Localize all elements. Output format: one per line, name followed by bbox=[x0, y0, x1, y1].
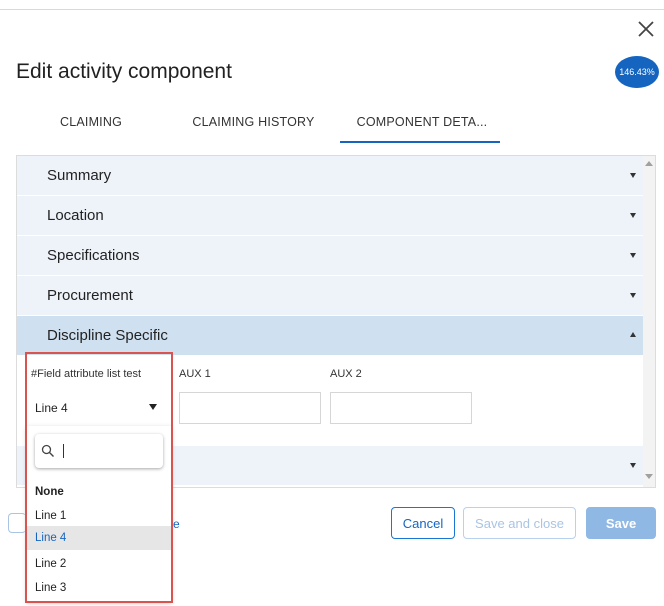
tab-bar: CLAIMING CLAIMING HISTORY COMPONENT DETA… bbox=[16, 100, 576, 144]
close-icon[interactable] bbox=[635, 18, 657, 40]
aux1-label: AUX 1 bbox=[179, 368, 211, 380]
aux2-label: AUX 2 bbox=[330, 368, 362, 380]
field-attribute-dropdown: None Line 1 Line 4 Line 2 Line 3 bbox=[27, 426, 171, 601]
section-label: Procurement bbox=[47, 287, 133, 304]
section-discipline-specific[interactable]: Discipline Specific bbox=[17, 316, 644, 356]
dropdown-search-input[interactable] bbox=[35, 434, 163, 468]
tab-component-details[interactable]: COMPONENT DETA... bbox=[342, 100, 502, 144]
search-icon bbox=[41, 444, 54, 457]
chevron-down-icon bbox=[630, 213, 636, 218]
close-button[interactable] bbox=[635, 18, 657, 40]
active-tab-indicator bbox=[340, 141, 500, 143]
dropdown-option-none[interactable]: None bbox=[27, 480, 171, 504]
section-summary[interactable]: Summary bbox=[17, 156, 644, 196]
select-value: Line 4 bbox=[35, 401, 68, 415]
chevron-up-icon bbox=[630, 332, 636, 337]
dropdown-option-line-2[interactable]: Line 2 bbox=[27, 552, 171, 576]
section-label: Specifications bbox=[47, 247, 140, 264]
zoom-badge: 146.43% bbox=[615, 56, 659, 88]
dialog-title: Edit activity component bbox=[16, 60, 232, 83]
scroll-up-arrow[interactable] bbox=[645, 161, 653, 166]
dropdown-option-line-1[interactable]: Line 1 bbox=[27, 504, 171, 528]
save-button[interactable]: Save bbox=[586, 507, 656, 539]
cancel-button[interactable]: Cancel bbox=[391, 507, 455, 539]
chevron-down-icon bbox=[149, 404, 157, 410]
section-specifications[interactable]: Specifications bbox=[17, 236, 644, 276]
chevron-down-icon bbox=[630, 293, 636, 298]
section-label: Summary bbox=[47, 167, 112, 184]
chevron-down-icon bbox=[630, 463, 636, 468]
top-divider bbox=[0, 9, 664, 10]
chevron-down-icon bbox=[630, 253, 636, 258]
text-cursor bbox=[63, 444, 64, 458]
tab-claiming-history[interactable]: CLAIMING HISTORY bbox=[186, 100, 321, 144]
scroll-down-arrow[interactable] bbox=[645, 474, 653, 479]
aux1-input[interactable] bbox=[179, 392, 321, 424]
dropdown-option-line-3[interactable]: Line 3 bbox=[27, 576, 171, 600]
section-procurement[interactable]: Procurement bbox=[17, 276, 644, 316]
tab-claiming[interactable]: CLAIMING bbox=[46, 100, 136, 144]
partial-link[interactable]: e bbox=[173, 517, 180, 531]
field-attribute-label: #Field attribute list test bbox=[31, 368, 142, 380]
save-and-close-button[interactable]: Save and close bbox=[463, 507, 576, 539]
section-location[interactable]: Location bbox=[17, 196, 644, 236]
section-label: Discipline Specific bbox=[47, 327, 168, 344]
aux2-input[interactable] bbox=[330, 392, 472, 424]
dropdown-option-line-4[interactable]: Line 4 bbox=[27, 526, 171, 550]
chevron-down-icon bbox=[630, 173, 636, 178]
section-label: Location bbox=[47, 207, 104, 224]
partial-control[interactable] bbox=[8, 513, 26, 533]
panel-scrollbar[interactable] bbox=[643, 156, 655, 487]
field-attribute-select[interactable]: Line 4 bbox=[29, 392, 171, 424]
